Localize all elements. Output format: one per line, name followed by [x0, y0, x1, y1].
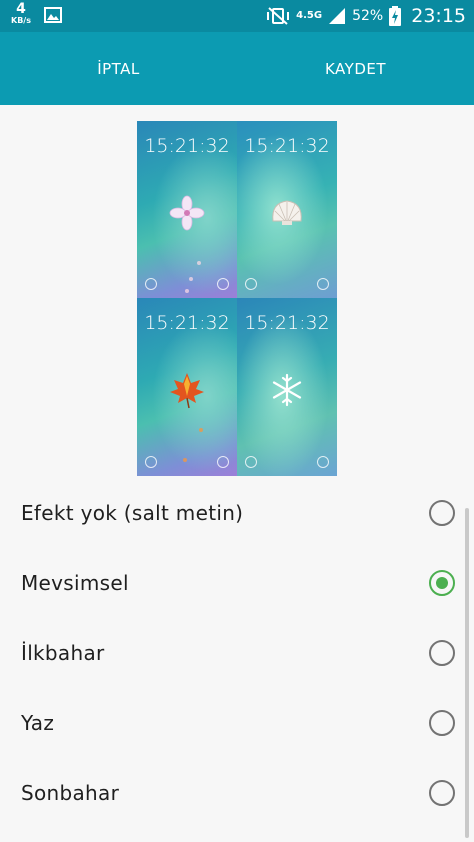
phone-shortcut-icon [245, 456, 257, 468]
radio-button[interactable] [429, 710, 455, 736]
network-type: 4.5G [296, 10, 323, 21]
option-summer[interactable]: Yaz [0, 688, 474, 758]
option-label: Mevsimsel [21, 571, 129, 595]
vibrate-mute-icon [267, 7, 290, 25]
camera-shortcut-icon [217, 456, 229, 468]
snowflake-icon [272, 373, 302, 407]
option-autumn[interactable]: Sonbahar [0, 758, 474, 828]
petal-particle [197, 261, 201, 265]
petal-particle [185, 289, 189, 293]
maple-leaf-icon [170, 373, 204, 409]
save-button[interactable]: KAYDET [237, 32, 474, 105]
option-label: İlkbahar [21, 641, 105, 665]
option-no-effect[interactable]: Efekt yok (salt metin) [0, 478, 474, 548]
camera-shortcut-icon [317, 456, 329, 468]
preview-tile-winter: 15:21:32 [237, 298, 337, 476]
preview-tile-summer: 15:21:32 [237, 121, 337, 298]
petal-particle [189, 277, 193, 281]
preview-clock: 15:21:32 [244, 312, 330, 334]
flower-icon [169, 195, 205, 231]
battery-percent: 52% [352, 8, 384, 24]
status-bar: 4 KB/s 4.5G 52% 23:15 [0, 0, 474, 32]
cancel-button[interactable]: İPTAL [0, 32, 237, 105]
seashell-icon [272, 200, 302, 225]
radio-button[interactable] [429, 780, 455, 806]
camera-shortcut-icon [217, 278, 229, 290]
action-bar: İPTAL KAYDET [0, 32, 474, 105]
radio-button[interactable] [429, 500, 455, 526]
preview-clock: 15:21:32 [144, 312, 230, 334]
scrollbar[interactable] [465, 508, 469, 838]
radio-button-selected[interactable] [429, 570, 455, 596]
signal-icon [329, 8, 346, 24]
leaf-particle [183, 458, 187, 462]
preview-clock: 15:21:32 [144, 135, 230, 157]
clock: 23:15 [411, 5, 466, 27]
gallery-icon [44, 7, 62, 23]
effect-options-list: Efekt yok (salt metin) Mevsimsel İlkbaha… [0, 478, 474, 828]
radio-button[interactable] [429, 640, 455, 666]
effect-preview: 15:21:32 15:21:32 15:21:32 15:21:32 [137, 121, 337, 476]
option-label: Efekt yok (salt metin) [21, 501, 244, 525]
network-speed-value: 4 [16, 1, 26, 17]
preview-tile-autumn: 15:21:32 [137, 298, 237, 476]
option-spring[interactable]: İlkbahar [0, 618, 474, 688]
network-speed: 4 KB/s [8, 2, 34, 25]
preview-clock: 15:21:32 [244, 135, 330, 157]
preview-tile-spring: 15:21:32 [137, 121, 237, 298]
battery-charging-icon [389, 6, 402, 26]
phone-shortcut-icon [145, 456, 157, 468]
option-label: Yaz [21, 711, 55, 735]
option-seasonal[interactable]: Mevsimsel [0, 548, 474, 618]
phone-shortcut-icon [245, 278, 257, 290]
network-speed-unit: KB/s [11, 16, 31, 25]
camera-shortcut-icon [317, 278, 329, 290]
option-label: Sonbahar [21, 781, 120, 805]
phone-shortcut-icon [145, 278, 157, 290]
leaf-particle [199, 428, 203, 432]
